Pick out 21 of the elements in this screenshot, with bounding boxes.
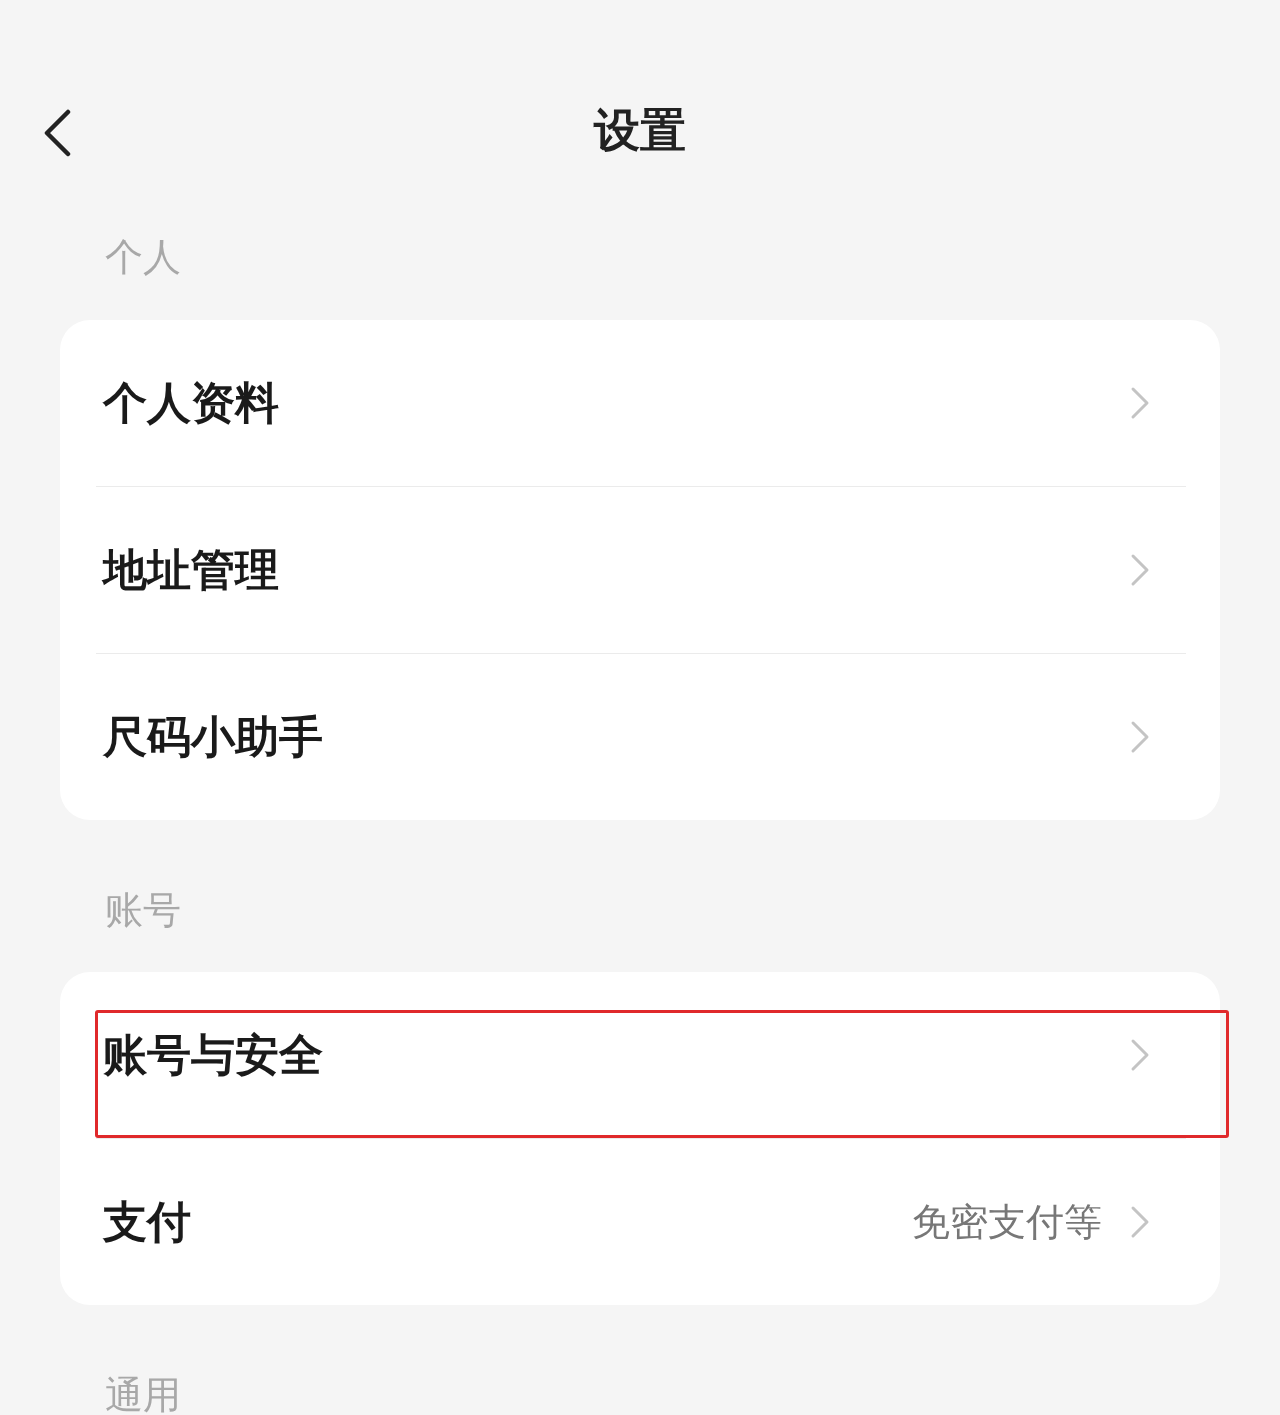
page-title: 设置 xyxy=(594,107,686,153)
row-label: 尺码小助手 xyxy=(103,711,324,763)
settings-row[interactable]: 账号与安全 xyxy=(60,972,1220,1138)
settings-row[interactable]: 尺码小助手 xyxy=(60,654,1220,820)
settings-row[interactable]: 支付 免密支付等 xyxy=(60,1139,1220,1305)
back-icon xyxy=(42,109,72,157)
chevron-icon xyxy=(1130,720,1150,754)
row-label: 账号与安全 xyxy=(103,1029,324,1081)
section-label: 个人 xyxy=(105,236,181,278)
row-label: 支付 xyxy=(103,1196,192,1248)
settings-row[interactable]: 地址管理 xyxy=(60,487,1220,653)
row-label: 地址管理 xyxy=(103,544,280,596)
chevron-icon xyxy=(1130,1205,1150,1239)
row-label: 个人资料 xyxy=(103,377,280,429)
chevron-icon xyxy=(1130,553,1150,587)
chevron-icon xyxy=(1130,1038,1150,1072)
settings-row[interactable]: 个人资料 xyxy=(60,320,1220,486)
section-label: 通用 xyxy=(105,1374,181,1415)
section-label: 账号 xyxy=(105,889,181,931)
chevron-icon xyxy=(1130,386,1150,420)
row-value: 免密支付等 xyxy=(912,1199,1102,1245)
